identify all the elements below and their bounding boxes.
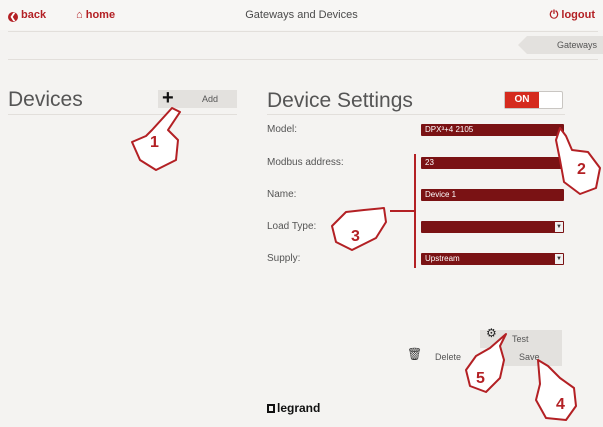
annotation-hands [131,107,601,421]
callout-number: 1 [150,134,159,151]
callout-number: 3 [351,228,360,245]
callout-number: 4 [556,396,565,413]
callout-number: 2 [577,161,586,178]
pointing-hand-5-icon [465,333,507,393]
callout-number: 5 [476,370,485,387]
